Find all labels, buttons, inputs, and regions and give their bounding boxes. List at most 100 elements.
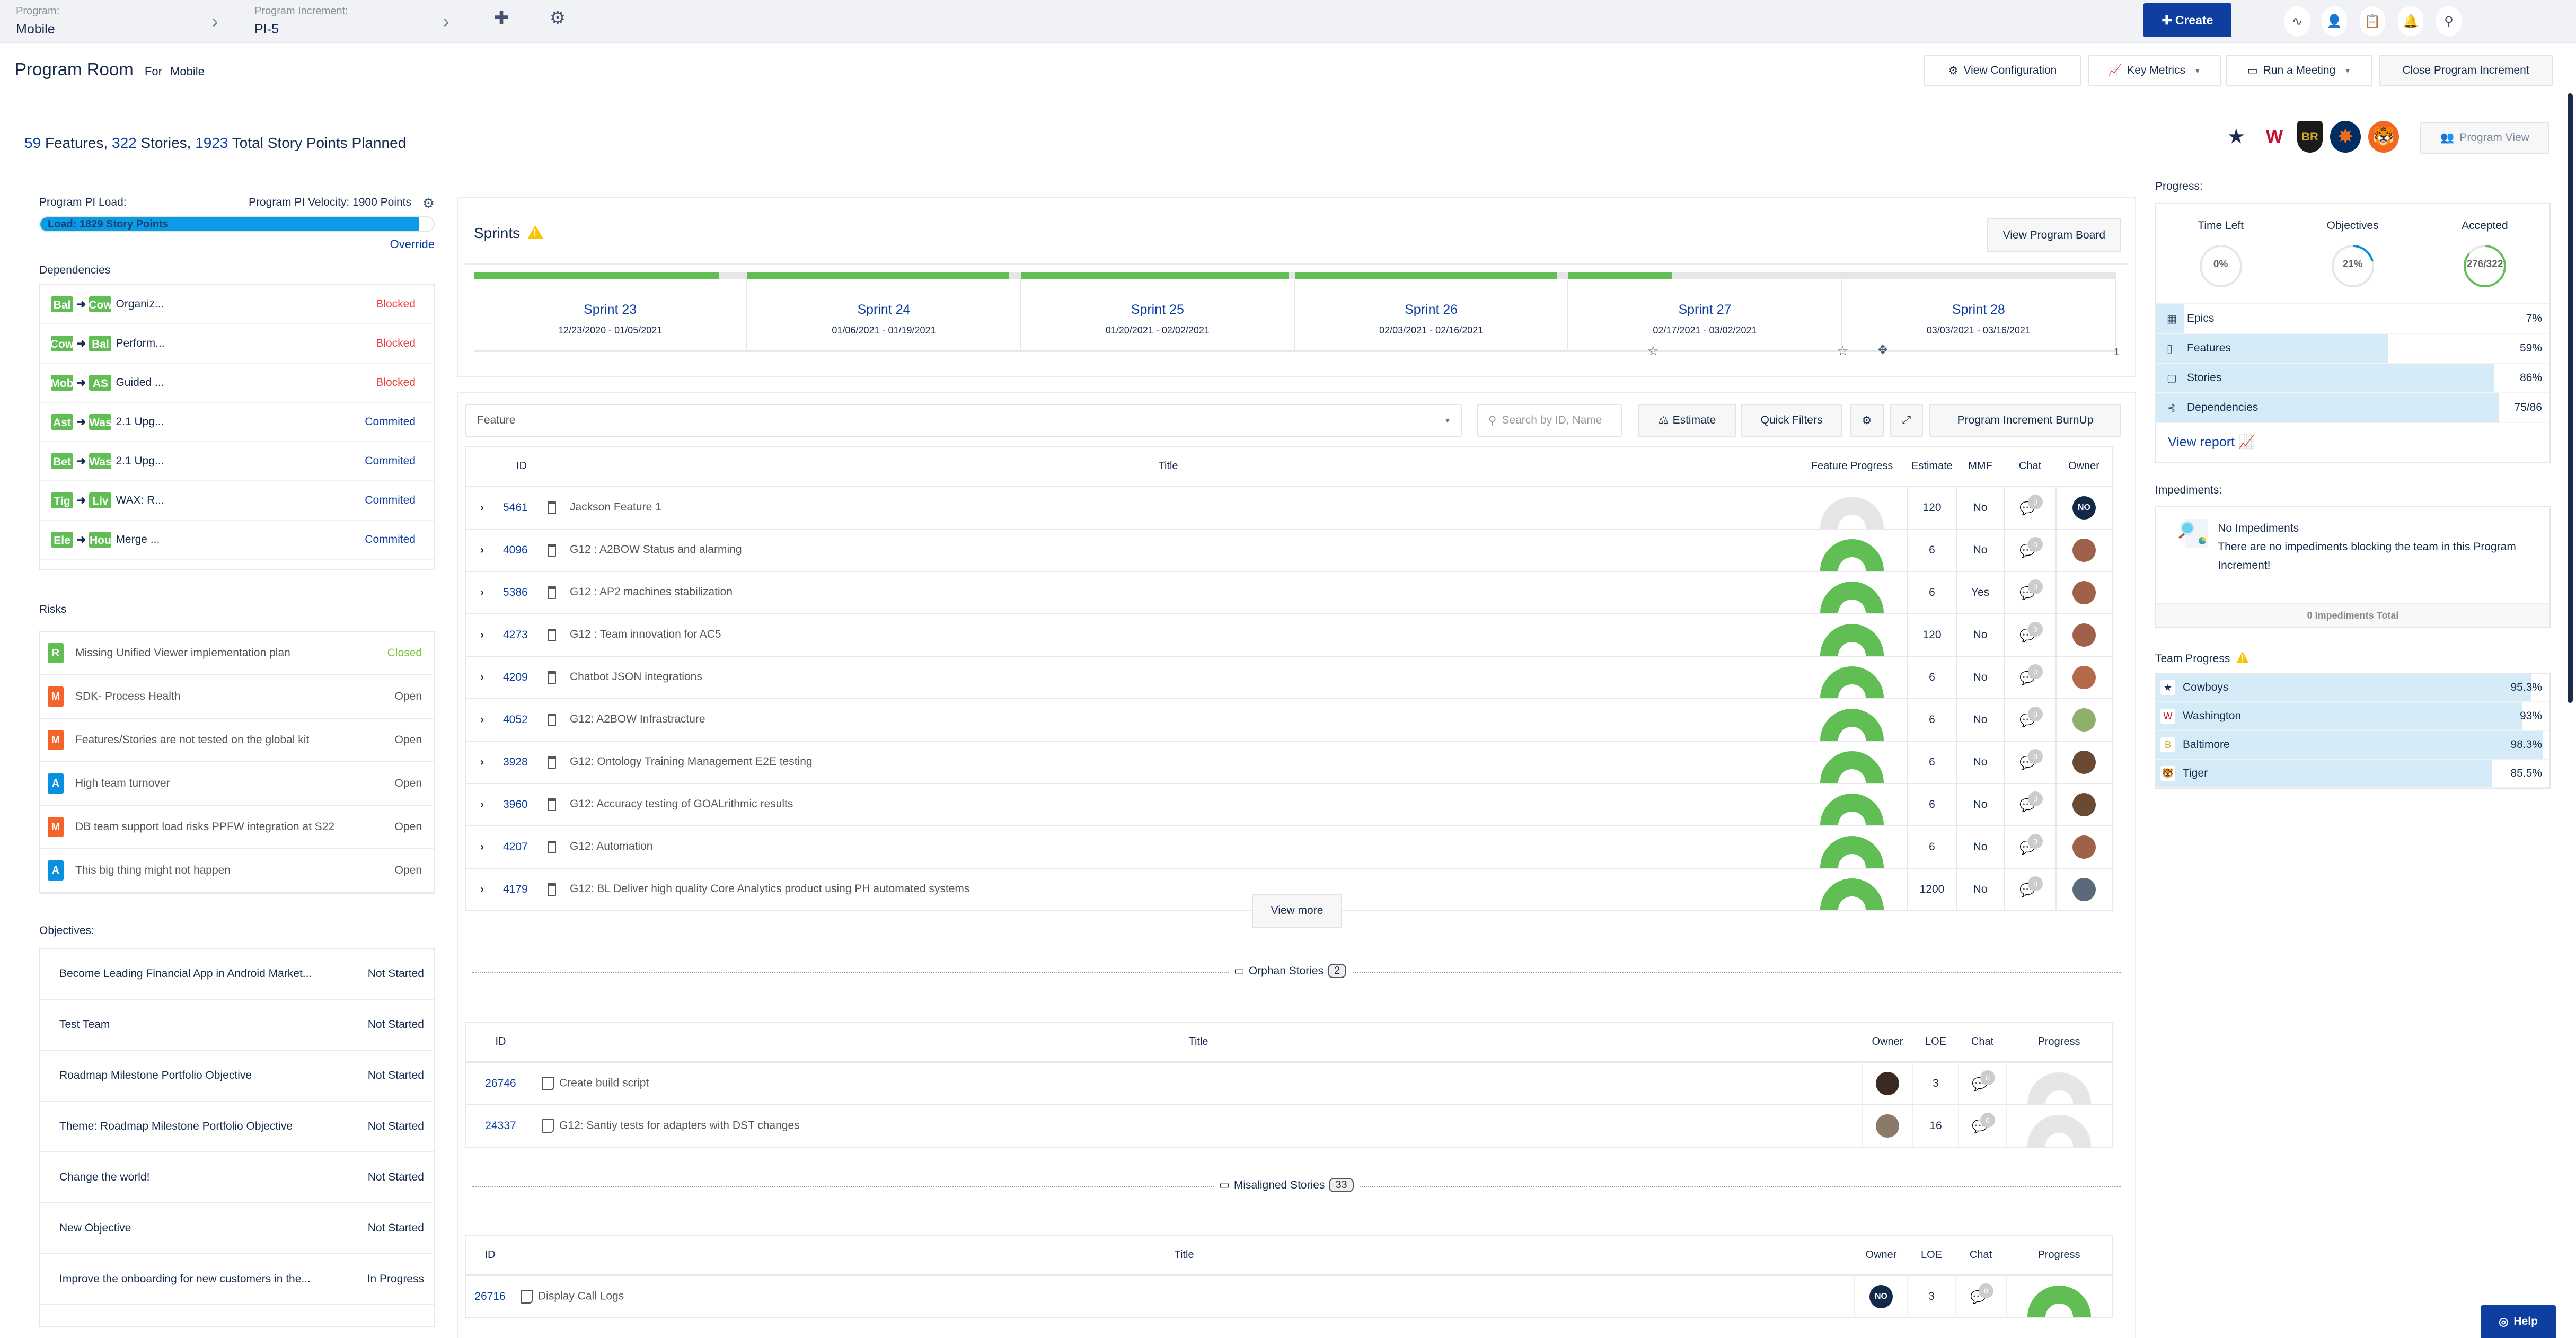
progress-bar-row[interactable]: ⊰ Dependencies 75/86 <box>2156 393 2549 423</box>
owner-avatar[interactable] <box>2072 750 2096 774</box>
chat-button[interactable]: 💬 0 <box>2019 494 2043 517</box>
sprint-card[interactable]: Sprint 25 01/20/2021 - 02/02/2021 <box>1021 272 1295 350</box>
dependency-item[interactable]: Cow ➜ Bal Perform... Blocked <box>40 324 434 364</box>
feature-row[interactable]: › 3928 G12: Ontology Training Management E… <box>466 741 2112 784</box>
chat-button[interactable]: 💬 0 <box>1972 1070 1995 1093</box>
feature-title[interactable]: Chatbot JSON integrations <box>570 671 702 683</box>
story-title[interactable]: Display Call Logs <box>538 1290 624 1302</box>
objective-item[interactable]: Become Leading Financial App in Android … <box>40 949 434 1000</box>
dependency-item[interactable]: Bet ➜ Was 2.1 Upg... Commited <box>40 442 434 481</box>
risk-item[interactable]: R Missing Unified Viewer implementation p… <box>40 632 434 675</box>
estimate-button[interactable]: ⚖ Estimate <box>1638 404 1736 437</box>
feature-row[interactable]: › 4096 G12 : A2BOW Status and alarming 6 No 💬… <box>466 529 2112 572</box>
milestone-compass-icon[interactable]: ✥ <box>1877 342 1888 384</box>
owner-avatar[interactable] <box>1876 1071 1899 1095</box>
chat-button[interactable]: 💬 0 <box>2019 621 2043 644</box>
key-metrics-button[interactable]: 📈 Key Metrics ▼ <box>2088 55 2221 86</box>
owner-avatar[interactable] <box>2072 538 2096 562</box>
feature-id-link[interactable]: 4207 <box>503 825 540 869</box>
program-view-button[interactable]: 👥 Program View <box>2420 122 2549 154</box>
objective-item[interactable]: New Objective Not Started <box>40 1203 434 1254</box>
objective-item[interactable]: Roadmap Milestone Portfolio Objective Not… <box>40 1051 434 1102</box>
chat-button[interactable]: 💬 0 <box>2019 579 2043 602</box>
run-meeting-button[interactable]: ▭ Run a Meeting ▼ <box>2226 55 2372 86</box>
col-owner[interactable]: Owner <box>1862 1023 1913 1063</box>
search-input[interactable]: ⚲ Search by ID, Name <box>1477 404 1622 437</box>
gears-icon[interactable]: ⚙ <box>545 5 570 31</box>
expand-chevron-icon[interactable]: › <box>466 868 503 911</box>
feature-title[interactable]: G12 : A2BOW Status and alarming <box>570 543 742 556</box>
owner-avatar[interactable] <box>1876 1114 1899 1138</box>
feature-row[interactable]: › 4209 Chatbot JSON integrations 6 No 💬 0 <box>466 656 2112 699</box>
owner-avatar[interactable] <box>2072 877 2096 901</box>
chat-button[interactable]: 💬 0 <box>2019 791 2043 814</box>
col-title[interactable]: Title <box>535 1023 1862 1063</box>
feature-title[interactable]: G12: Automation <box>570 840 652 852</box>
sprint-card[interactable]: Sprint 24 01/06/2021 - 01/19/2021 <box>747 272 1021 350</box>
col-title[interactable]: Title <box>540 447 1796 487</box>
progress-bar-row[interactable]: ▦ Epics 7% <box>2156 304 2549 334</box>
chat-button[interactable]: 💬 0 <box>1972 1112 1995 1135</box>
activity-pulse-icon[interactable]: ∿ <box>2284 6 2310 36</box>
increment-selector[interactable]: Program Increment: PI-5 <box>254 5 348 37</box>
houston-star-logo-icon[interactable]: ✸ <box>2330 121 2361 153</box>
add-plus-icon[interactable]: ✚ <box>489 5 514 31</box>
chat-button[interactable]: 💬 0 <box>2019 749 2043 771</box>
override-link[interactable]: Override <box>39 237 435 251</box>
team-progress-row[interactable]: W Washington 93% <box>2156 702 2549 731</box>
chat-button[interactable]: 💬 0 <box>2019 833 2043 856</box>
feature-id-link[interactable]: 4096 <box>503 529 540 572</box>
team-progress-row[interactable]: ★ Cowboys 95.3% <box>2156 674 2549 702</box>
expand-button[interactable]: ⤢ <box>1890 404 1923 437</box>
expand-chevron-icon[interactable]: › <box>466 571 503 614</box>
progress-bar-row[interactable]: ▢ Stories 86% <box>2156 364 2549 393</box>
sprint-card[interactable]: Sprint 27 02/17/2021 - 03/02/2021 <box>1568 272 1842 350</box>
feature-row[interactable]: › 5461 Jackson Feature 1 120 No 💬 0 NO <box>466 486 2112 530</box>
expand-chevron-icon[interactable]: › <box>466 783 503 826</box>
feature-title[interactable]: Jackson Feature 1 <box>570 501 661 513</box>
feature-id-link[interactable]: 4052 <box>503 698 540 742</box>
col-chat[interactable]: Chat <box>1959 1023 2006 1063</box>
chat-button[interactable]: 💬 0 <box>2019 706 2043 729</box>
col-id[interactable]: ID <box>466 1236 514 1276</box>
feature-row[interactable]: › 4207 G12: Automation 6 No 💬 0 <box>466 825 2112 869</box>
story-row[interactable]: 26716 Display Call Logs NO 3 💬 0 <box>466 1275 2112 1318</box>
story-title[interactable]: G12: Santiy tests for adapters with DST … <box>559 1119 800 1131</box>
owner-avatar[interactable] <box>2072 665 2096 689</box>
chat-button[interactable]: 💬 0 <box>2019 876 2043 899</box>
col-owner[interactable]: Owner <box>2056 447 2112 487</box>
col-estimate[interactable]: Estimate <box>1908 447 1956 487</box>
view-more-button[interactable]: View more <box>1252 894 1342 928</box>
col-loe[interactable]: LOE <box>1913 1023 1959 1063</box>
col-progress[interactable]: Progress <box>2006 1236 2112 1276</box>
risk-item[interactable]: M SDK- Process Health Open <box>40 675 434 719</box>
feature-id-link[interactable]: 3960 <box>503 783 540 826</box>
feature-title[interactable]: G12 : AP2 machines stabilization <box>570 586 733 598</box>
team-progress-row[interactable]: B Baltimore 98.3% <box>2156 731 2549 760</box>
clipboard-icon[interactable]: 📋 <box>2360 6 2385 36</box>
view-report-link[interactable]: View report 📈 <box>2156 423 2549 462</box>
col-progress[interactable]: Progress <box>2006 1023 2112 1063</box>
program-selector[interactable]: Program: Mobile <box>16 5 59 37</box>
owner-avatar[interactable] <box>2072 623 2096 647</box>
col-owner[interactable]: Owner <box>1855 1236 1908 1276</box>
expand-chevron-icon[interactable]: › <box>466 529 503 572</box>
bell-icon[interactable]: 🔔 <box>2398 6 2423 36</box>
feature-id-link[interactable]: 5386 <box>503 571 540 614</box>
objective-item[interactable]: Test Team Not Started <box>40 1000 434 1051</box>
feature-row[interactable]: › 4273 G12 : Team innovation for AC5 120 No 💬… <box>466 613 2112 657</box>
dependency-item[interactable]: Mob ➜ AS Guided ... Blocked <box>40 364 434 403</box>
progress-bar-row[interactable]: ▯ Features 59% <box>2156 334 2549 364</box>
dependency-item[interactable]: Tig ➜ Liv WAX: R... Commited <box>40 481 434 521</box>
owner-avatar[interactable] <box>2072 580 2096 604</box>
expand-chevron-icon[interactable]: › <box>466 486 503 530</box>
chat-button[interactable]: 💬 0 <box>1970 1283 1993 1306</box>
story-title[interactable]: Create build script <box>559 1077 649 1089</box>
col-chat[interactable]: Chat <box>1955 1236 2006 1276</box>
sprint-card[interactable]: Sprint 23 12/23/2020 - 01/05/2021 <box>474 272 748 350</box>
feature-id-link[interactable]: 4273 <box>503 613 540 657</box>
feature-row[interactable]: › 4052 G12: A2BOW Infrastracture 6 No 💬 0 <box>466 698 2112 742</box>
view-program-board-button[interactable]: View Program Board <box>1987 218 2121 252</box>
close-program-increment-button[interactable]: Close Program Increment <box>2379 55 2553 86</box>
dependency-item[interactable]: Ele ➜ Hou Merge ... Commited <box>40 521 434 560</box>
